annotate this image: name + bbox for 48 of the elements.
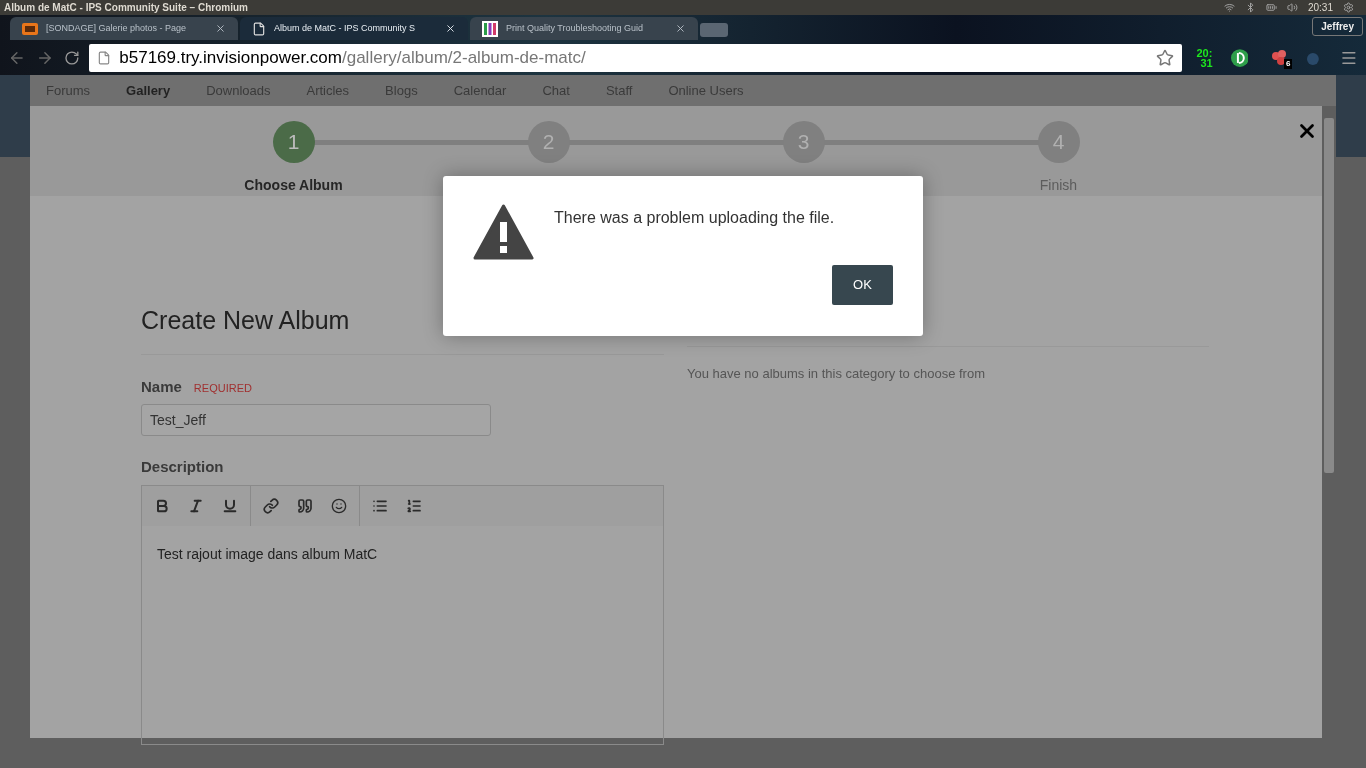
system-clock: 20:31 <box>1307 2 1333 13</box>
empty-message: You have no albums in this category to choose from <box>687 365 986 383</box>
ok-button[interactable]: OK <box>832 265 893 305</box>
dots-icon[interactable] <box>1270 48 1289 67</box>
required-tag: REQUIRED <box>193 379 252 396</box>
field-label: Name <box>141 376 182 397</box>
reload-icon[interactable] <box>63 49 80 66</box>
italic-icon[interactable] <box>188 497 204 514</box>
dialog-message: There was a problem uploading the file. <box>554 208 836 228</box>
warning-icon <box>473 204 534 260</box>
notification-badge: 6 <box>1284 58 1293 69</box>
link-icon[interactable] <box>263 497 279 514</box>
step-label: Choose Album <box>244 176 343 195</box>
clock-extension[interactable]: 20: 31 <box>1196 47 1213 68</box>
star-icon[interactable] <box>1156 48 1175 67</box>
nav-link[interactable]: Gallery <box>126 80 171 101</box>
window-title: Album de MatC - IPS Community Suite – Chromium <box>4 2 248 13</box>
logo-icon <box>22 22 38 35</box>
profile-button[interactable]: Jeffrey <box>1312 17 1363 36</box>
close-icon[interactable] <box>215 23 226 34</box>
quote-icon[interactable] <box>297 497 313 514</box>
page-icon <box>97 50 112 65</box>
name-field[interactable]: Test_Jeff <box>141 404 491 436</box>
settings-icon[interactable] <box>1343 2 1354 13</box>
numbered-list-icon[interactable] <box>406 497 422 514</box>
browser-tab[interactable]: Album de MatC - IPS Community S <box>240 17 468 40</box>
url-text: b57169.try.invisionpower.com/gallery/album/2-album-de-matc/ <box>119 46 587 69</box>
close-icon[interactable] <box>445 23 456 34</box>
circle-logo-icon[interactable] <box>1230 48 1249 67</box>
volume-icon <box>1286 2 1298 13</box>
bold-icon[interactable] <box>154 497 170 514</box>
underline-icon[interactable] <box>222 497 238 514</box>
tab-title: [SONDAGE] Galerie photos - Page <box>46 21 188 35</box>
description-text: Test rajout image dans album MatC <box>156 544 379 564</box>
wifi-icon <box>1223 2 1235 13</box>
address-bar[interactable]: b57169.try.invisionpower.com/gallery/album/2-album-de-matc/ <box>89 43 1183 72</box>
browser-tab[interactable]: Print Quality Troubleshooting Guid <box>470 17 698 40</box>
close-icon[interactable] <box>675 23 686 34</box>
editor-box[interactable]: Test rajout image dans album MatC <box>141 484 664 745</box>
field-label: Description <box>141 457 225 477</box>
tab-title: Album de MatC - IPS Community S <box>274 21 417 35</box>
smiley-icon[interactable] <box>331 497 347 514</box>
browser-tab[interactable]: [SONDAGE] Galerie photos - Page <box>10 17 238 40</box>
tab-title: Print Quality Troubleshooting Guid <box>506 21 645 35</box>
battery-icon <box>1265 2 1277 13</box>
step-label: Finish <box>1039 176 1078 195</box>
bars-icon <box>482 20 498 37</box>
page-icon <box>252 21 266 36</box>
